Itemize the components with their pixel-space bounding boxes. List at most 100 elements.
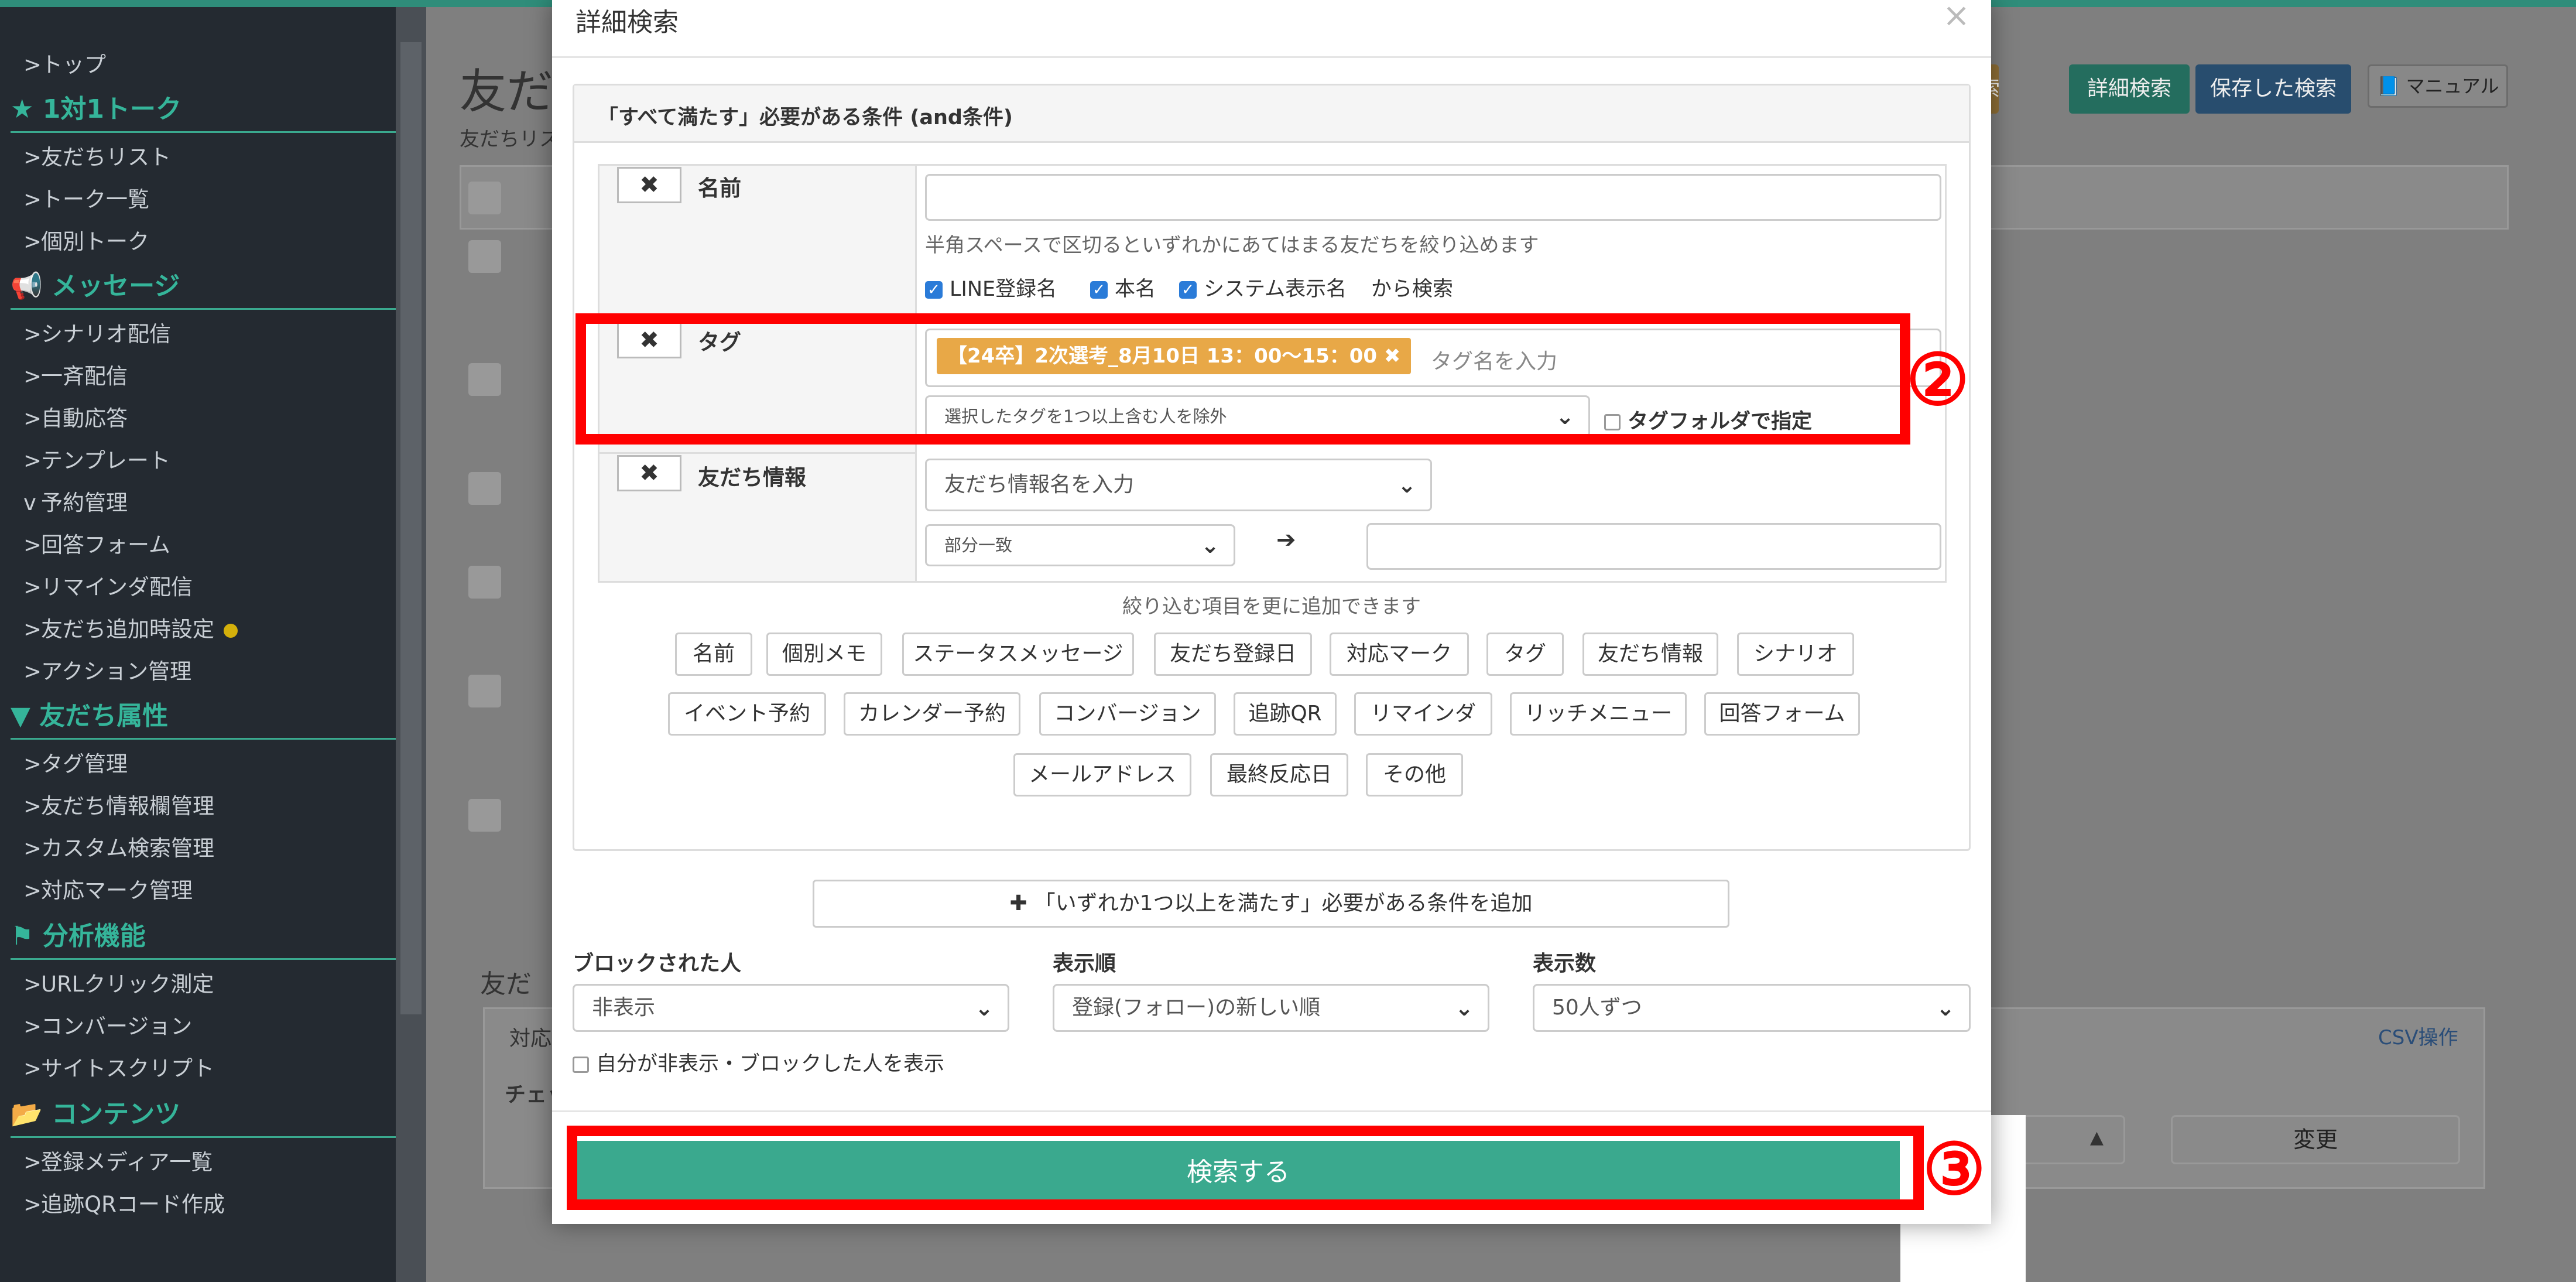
check-line-name[interactable]: ✓ LINE登録名 [925, 272, 1057, 302]
add-tracking-qr-button[interactable]: 追跡QR [1234, 692, 1337, 736]
friend-info-field-select[interactable]: 友だち情報名を入力 ⌄ [925, 459, 1432, 511]
step-3-marker: ③ [1923, 1128, 1986, 1211]
check-icon: ✓ [925, 281, 943, 299]
add-or-condition-button[interactable]: ✚ 「いずれか1つ以上を満たす」必要がある条件を追加 [813, 880, 1729, 928]
row-checkbox-bg[interactable] [468, 363, 501, 396]
sidebar-item-top[interactable]: >トップ [23, 47, 106, 78]
blocked-select[interactable]: 非表示 ⌄ [573, 984, 1009, 1032]
scrollbar-thumb[interactable] [400, 42, 422, 1014]
sidebar-heading-contents: 📂 コンテンツ [11, 1093, 396, 1138]
add-friend-info-button[interactable]: 友だち情報 [1582, 633, 1718, 676]
sidebar-item-friend-list[interactable]: >友だちリスト [23, 139, 171, 171]
show-hidden-checkbox[interactable]: 自分が非表示・ブロックした人を表示 [573, 1047, 944, 1077]
chevron-down-icon: ⌄ [1455, 995, 1474, 1021]
chevron-down-icon: ⌄ [1936, 995, 1955, 1021]
add-name-button[interactable]: 名前 [675, 633, 752, 676]
order-label: 表示順 [1053, 952, 1116, 976]
count-label: 表示数 [1533, 952, 1597, 976]
sidebar-heading-talk: ★ 1対1トーク [11, 88, 396, 133]
remove-friend-info-button[interactable]: ✖ [617, 455, 681, 491]
sidebar-item-action[interactable]: >アクション管理 [23, 654, 191, 685]
lower-section-title: 友だ [480, 969, 532, 999]
lower-tab[interactable]: 対応 [509, 1021, 551, 1052]
sidebar-item-conversion[interactable]: >コンバージョン [23, 1008, 192, 1040]
row-checkbox-bg[interactable] [468, 675, 501, 707]
sidebar-heading-friend-attr: ▼ 友だち属性 [11, 695, 396, 740]
sidebar-item-url-click[interactable]: >URLクリック測定 [23, 966, 214, 998]
blocked-label: ブロックされた人 [573, 952, 742, 976]
add-event-booking-button[interactable]: イベント予約 [668, 692, 826, 736]
add-conversion-button[interactable]: コンバージョン [1039, 692, 1216, 736]
friend-info-value-input[interactable] [1366, 523, 1941, 570]
sidebar-item-media-list[interactable]: >登録メディア一覧 [23, 1144, 213, 1176]
sidebar-item-qr-create[interactable]: >追跡QRコード作成 [23, 1187, 225, 1218]
add-tag-button[interactable]: タグ [1486, 633, 1564, 676]
name-input[interactable] [925, 174, 1941, 221]
check-icon: ✓ [1090, 281, 1108, 299]
search-highlight-box [567, 1126, 1924, 1210]
add-mark-button[interactable]: 対応マーク [1330, 633, 1469, 676]
remove-name-button[interactable]: ✖ [617, 167, 681, 203]
notification-dot [224, 623, 238, 638]
count-select[interactable]: 50人ずつ ⌄ [1533, 984, 1971, 1032]
add-filter-hint: 絞り込む項目を更に追加できます [1122, 595, 1421, 618]
add-scenario-button[interactable]: シナリオ [1737, 633, 1854, 676]
row-checkbox-bg[interactable] [468, 799, 501, 832]
sidebar-item-friend-add-settings[interactable]: >友だち追加時設定 [23, 611, 238, 643]
sidebar-heading-analytics: ⚑ 分析機能 [11, 915, 396, 960]
footer-divider [552, 1110, 1991, 1112]
add-last-reaction-button[interactable]: 最終反応日 [1210, 753, 1348, 796]
sidebar-scrollbar[interactable] [396, 0, 426, 1282]
check-icon: ✓ [1179, 281, 1197, 299]
add-calendar-booking-button[interactable]: カレンダー予約 [844, 692, 1020, 736]
add-other-button[interactable]: その他 [1366, 753, 1463, 796]
add-rich-menu-button[interactable]: リッチメニュー [1510, 692, 1687, 736]
check-real-name[interactable]: ✓ 本名 [1090, 272, 1156, 302]
name-condition-label-cell: ✖ 名前 [600, 166, 917, 320]
sidebar-item-reminder[interactable]: >リマインダ配信 [23, 569, 193, 601]
sidebar-item-auto-reply[interactable]: >自動応答 [23, 401, 128, 432]
sidebar-item-custom-search[interactable]: >カスタム検索管理 [23, 830, 214, 862]
sidebar-item-template[interactable]: >テンプレート [23, 443, 170, 474]
saved-search-button-bg[interactable]: 保存した検索 [2195, 64, 2351, 114]
row-checkbox-bg[interactable] [468, 566, 501, 599]
sidebar-item-friend-info-manage[interactable]: >友だち情報欄管理 [23, 788, 214, 820]
chevron-down-icon: ⌄ [975, 995, 994, 1021]
sidebar-item-individual-talk[interactable]: >個別トーク [23, 224, 149, 255]
close-icon[interactable]: × [1943, 0, 1970, 35]
sidebar: >トップ ★ 1対1トーク >友だちリスト >トーク一覧 >個別トーク 📢 メッ… [0, 0, 396, 1282]
name-condition-label: 名前 [698, 176, 741, 201]
add-memo-button[interactable]: 個別メモ [766, 633, 882, 676]
checkbox-icon [573, 1057, 589, 1073]
friend-info-label: 友だち情報 [698, 465, 806, 490]
add-email-button[interactable]: メールアドレス [1013, 753, 1191, 796]
advanced-search-modal: 詳細検索 × 「すべて満たす」必要がある条件 (and条件) ✖ 名前 半角スペ… [552, 0, 1991, 1224]
sidebar-item-site-script[interactable]: >サイトスクリプト [23, 1051, 214, 1082]
add-status-message-button[interactable]: ステータスメッセージ [902, 633, 1134, 676]
detail-search-button-bg[interactable]: 詳細検索 [2069, 64, 2190, 114]
stepper-bg[interactable]: ▲ [2014, 1115, 2125, 1164]
order-select[interactable]: 登録(フォロー)の新しい順 ⌄ [1053, 984, 1489, 1032]
add-registered-date-button[interactable]: 友だち登録日 [1154, 633, 1312, 676]
sidebar-item-scenario[interactable]: >シナリオ配信 [23, 316, 171, 348]
sidebar-item-broadcast[interactable]: >一斉配信 [23, 358, 128, 390]
sidebar-item-mark-manage[interactable]: >対応マーク管理 [23, 873, 193, 904]
sidebar-item-talk-list[interactable]: >トーク一覧 [23, 182, 149, 213]
sidebar-item-answer-form[interactable]: >回答フォーム [23, 527, 170, 559]
change-button-bg[interactable]: 変更 [2171, 1115, 2460, 1164]
row-checkbox-bg[interactable] [468, 472, 501, 505]
add-answer-form-button[interactable]: 回答フォーム [1704, 692, 1860, 736]
row-checkbox-bg[interactable] [468, 240, 501, 273]
check-system-name[interactable]: ✓ システム表示名 [1179, 272, 1347, 302]
step-2-marker: ② [1906, 339, 1969, 421]
arrow-right-icon: ➔ [1276, 527, 1296, 553]
friend-info-label-cell: ✖ 友だち情報 [600, 452, 917, 581]
match-type-select[interactable]: 部分一致 ⌄ [925, 524, 1235, 566]
sidebar-item-tag-manage[interactable]: >タグ管理 [23, 746, 128, 778]
add-reminder-button[interactable]: リマインダ [1354, 692, 1492, 736]
select-all-checkbox-bg[interactable] [468, 182, 501, 214]
sidebar-item-reservation[interactable]: v 予約管理 [23, 485, 128, 517]
manual-button-bg[interactable]: 📘 マニュアル [2368, 64, 2508, 108]
page-subtitle: 友だちリス [460, 128, 559, 151]
csv-tab[interactable]: CSV操作 [2378, 1021, 2458, 1050]
